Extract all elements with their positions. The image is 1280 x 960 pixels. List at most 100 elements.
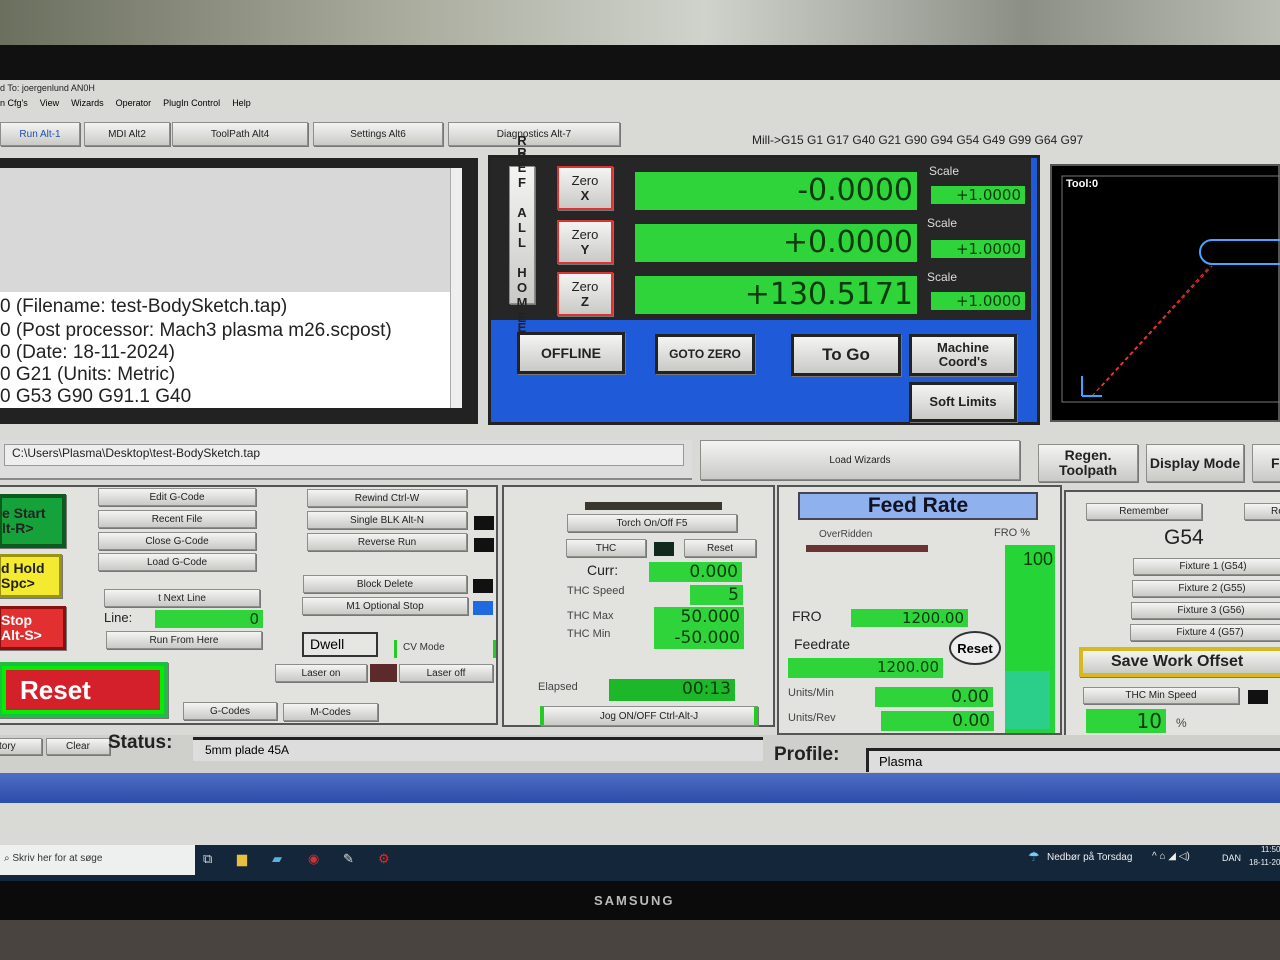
settings-app-icon[interactable]: ⚙ — [378, 851, 390, 867]
mach3-icon[interactable]: ◉ — [308, 851, 319, 867]
fixture-3-button[interactable]: Fixture 3 (G56) — [1131, 602, 1280, 619]
soft-limits-button[interactable]: Soft Limits — [909, 382, 1017, 422]
fixture-2-button[interactable]: Fixture 2 (G55) — [1132, 580, 1280, 597]
feed-hold-button[interactable]: d Hold Spc> — [0, 554, 62, 598]
clear-button[interactable]: Clear — [46, 738, 110, 755]
app-icon[interactable]: ▰ — [272, 851, 282, 867]
set-next-line-button[interactable]: t Next Line — [104, 589, 260, 607]
tab-run[interactable]: Run Alt-1 — [0, 122, 80, 146]
thc-max-field[interactable]: 50.000 — [654, 607, 744, 628]
tab-toolpath[interactable]: ToolPath Alt4 — [172, 122, 308, 146]
file-explorer-icon[interactable]: ▆ — [237, 851, 247, 867]
elapsed-label: Elapsed — [538, 681, 578, 693]
dro-z[interactable]: +130.5171 — [635, 276, 917, 314]
block-delete-led — [473, 579, 493, 593]
feedrate-field[interactable]: 1200.00 — [788, 658, 943, 678]
rewind-button[interactable]: Rewind Ctrl-W — [307, 489, 467, 507]
thc-min-field[interactable]: -50.000 — [654, 628, 744, 649]
thc-min-speed-button[interactable]: THC Min Speed — [1083, 687, 1239, 704]
thc-button[interactable]: THC — [566, 539, 646, 557]
jog-on-off-button[interactable]: Jog ON/OFF Ctrl-Alt-J — [540, 706, 758, 726]
task-view-icon[interactable]: ⧉ — [203, 851, 212, 867]
load-gcode-button[interactable]: Load G-Code — [98, 553, 256, 571]
recent-file-button[interactable]: Recent File — [98, 510, 256, 528]
reverse-run-led — [474, 538, 494, 552]
overridden-label: OverRidden — [819, 529, 873, 540]
machine-coords-button[interactable]: Machine Coord's — [909, 334, 1017, 376]
menu-operator[interactable]: Operator — [116, 98, 152, 108]
monitor-bezel-bottom: SAMSUNG — [0, 881, 1280, 921]
gcode-list[interactable]: 0 (Filename: test-BodySketch.tap) 0 (Pos… — [0, 168, 462, 408]
menu-help[interactable]: Help — [232, 98, 251, 108]
thc-speed-field[interactable]: 5 — [690, 585, 743, 605]
tray-icons[interactable]: ^ ⌂ ◢ ◁) — [1152, 851, 1190, 862]
gcode-line: 0 G21 (Units: Metric) — [0, 364, 176, 385]
load-wizards-button[interactable]: Load Wizards — [700, 440, 1020, 480]
mcodes-button[interactable]: M-Codes — [283, 703, 378, 721]
block-delete-button[interactable]: Block Delete — [303, 575, 467, 593]
to-go-button[interactable]: To Go — [791, 334, 901, 376]
laser-off-button[interactable]: Laser off — [399, 664, 493, 682]
clock-time[interactable]: 11:50 — [1261, 845, 1280, 854]
save-work-offset-button[interactable]: Save Work Offset — [1079, 647, 1280, 677]
menu-wizards[interactable]: Wizards — [71, 98, 104, 108]
tab-settings[interactable]: Settings Alt6 — [313, 122, 443, 146]
desk — [0, 920, 1280, 960]
line-number-field[interactable]: 0 — [155, 610, 263, 628]
menu-view[interactable]: View — [40, 98, 59, 108]
ref-all-home-button[interactable]: REF ALL HOME — [509, 145, 535, 325]
remember-button[interactable]: Remember — [1086, 503, 1202, 520]
scale-x[interactable]: +1.0000 — [931, 186, 1025, 204]
language-indicator[interactable]: DAN — [1222, 853, 1241, 863]
menu-config[interactable]: n Cfg's — [0, 98, 28, 108]
edit-gcode-button[interactable]: Edit G-Code — [98, 488, 256, 506]
tab-diagnostics[interactable]: Diagnostics Alt-7 — [448, 122, 620, 146]
fixture-1-button[interactable]: Fixture 1 (G54) — [1133, 558, 1280, 575]
file-path-bar: C:\Users\Plasma\Desktop\test-BodySketch.… — [0, 440, 692, 480]
torch-on-off-button[interactable]: Torch On/Off F5 — [567, 514, 737, 532]
reset-button-frame[interactable]: Reset — [0, 662, 168, 718]
weather-text[interactable]: Nedbør på Torsdag — [1047, 852, 1132, 863]
thc-min-speed-field[interactable]: 10 — [1086, 709, 1166, 733]
toolpath-display[interactable]: Tool:0 — [1050, 164, 1280, 422]
menu-plugin-control[interactable]: PlugIn Control — [163, 98, 220, 108]
feed-reset-button[interactable]: Reset — [949, 631, 1001, 665]
blue-strip — [0, 773, 1280, 803]
taskbar-search[interactable]: ⌕ Skriv her for at søge — [0, 845, 195, 875]
run-from-here-button[interactable]: Run From Here — [106, 631, 262, 649]
clock-date[interactable]: 18-11-20 — [1249, 858, 1280, 867]
dro-x[interactable]: -0.0000 — [635, 172, 917, 210]
fro-slider-thumb[interactable] — [1005, 671, 1050, 729]
laser-on-button[interactable]: Laser on — [275, 664, 367, 682]
fro-slider[interactable]: 100 — [1005, 545, 1055, 733]
m1-optional-stop-button[interactable]: M1 Optional Stop — [302, 597, 468, 615]
thc-reset-button[interactable]: Reset — [684, 539, 756, 557]
offline-button[interactable]: OFFLINE — [517, 332, 625, 374]
partial-button[interactable]: F — [1252, 444, 1280, 482]
cycle-start-button[interactable]: e Start lt-R> — [0, 494, 66, 548]
single-block-button[interactable]: Single BLK Alt-N — [307, 511, 467, 529]
gcodes-button[interactable]: G-Codes — [183, 702, 277, 720]
fixture-4-button[interactable]: Fixture 4 (G57) — [1130, 624, 1280, 641]
zero-y-button[interactable]: Zero Y — [557, 220, 613, 264]
scale-z[interactable]: +1.0000 — [931, 292, 1025, 310]
zero-z-button[interactable]: Zero Z — [557, 272, 613, 316]
stop-button[interactable]: Stop Alt-S> — [0, 606, 66, 650]
close-gcode-button[interactable]: Close G-Code — [98, 532, 256, 550]
mach3-window: d To: joergenlund AN0H n Cfg's View Wiza… — [0, 80, 1280, 845]
thc-min-speed-led — [1248, 690, 1268, 704]
scale-y[interactable]: +1.0000 — [931, 240, 1025, 258]
laser-led — [370, 664, 397, 682]
history-button[interactable]: tory — [0, 738, 42, 755]
tab-mdi[interactable]: MDI Alt2 — [84, 122, 170, 146]
dro-y[interactable]: +0.0000 — [635, 224, 917, 262]
regen-toolpath-button[interactable]: Regen. Toolpath — [1038, 444, 1138, 482]
zero-x-button[interactable]: Zero X — [557, 166, 613, 210]
gcode-scrollbar[interactable] — [450, 168, 462, 408]
reverse-run-button[interactable]: Reverse Run — [307, 533, 467, 551]
reset-button[interactable]: Reset — [6, 670, 160, 710]
display-mode-button[interactable]: Display Mode — [1146, 444, 1244, 482]
goto-zero-button[interactable]: GOTO ZERO — [655, 334, 755, 374]
return-button[interactable]: Re — [1244, 503, 1280, 520]
pen-icon[interactable]: ✎ — [343, 851, 354, 867]
